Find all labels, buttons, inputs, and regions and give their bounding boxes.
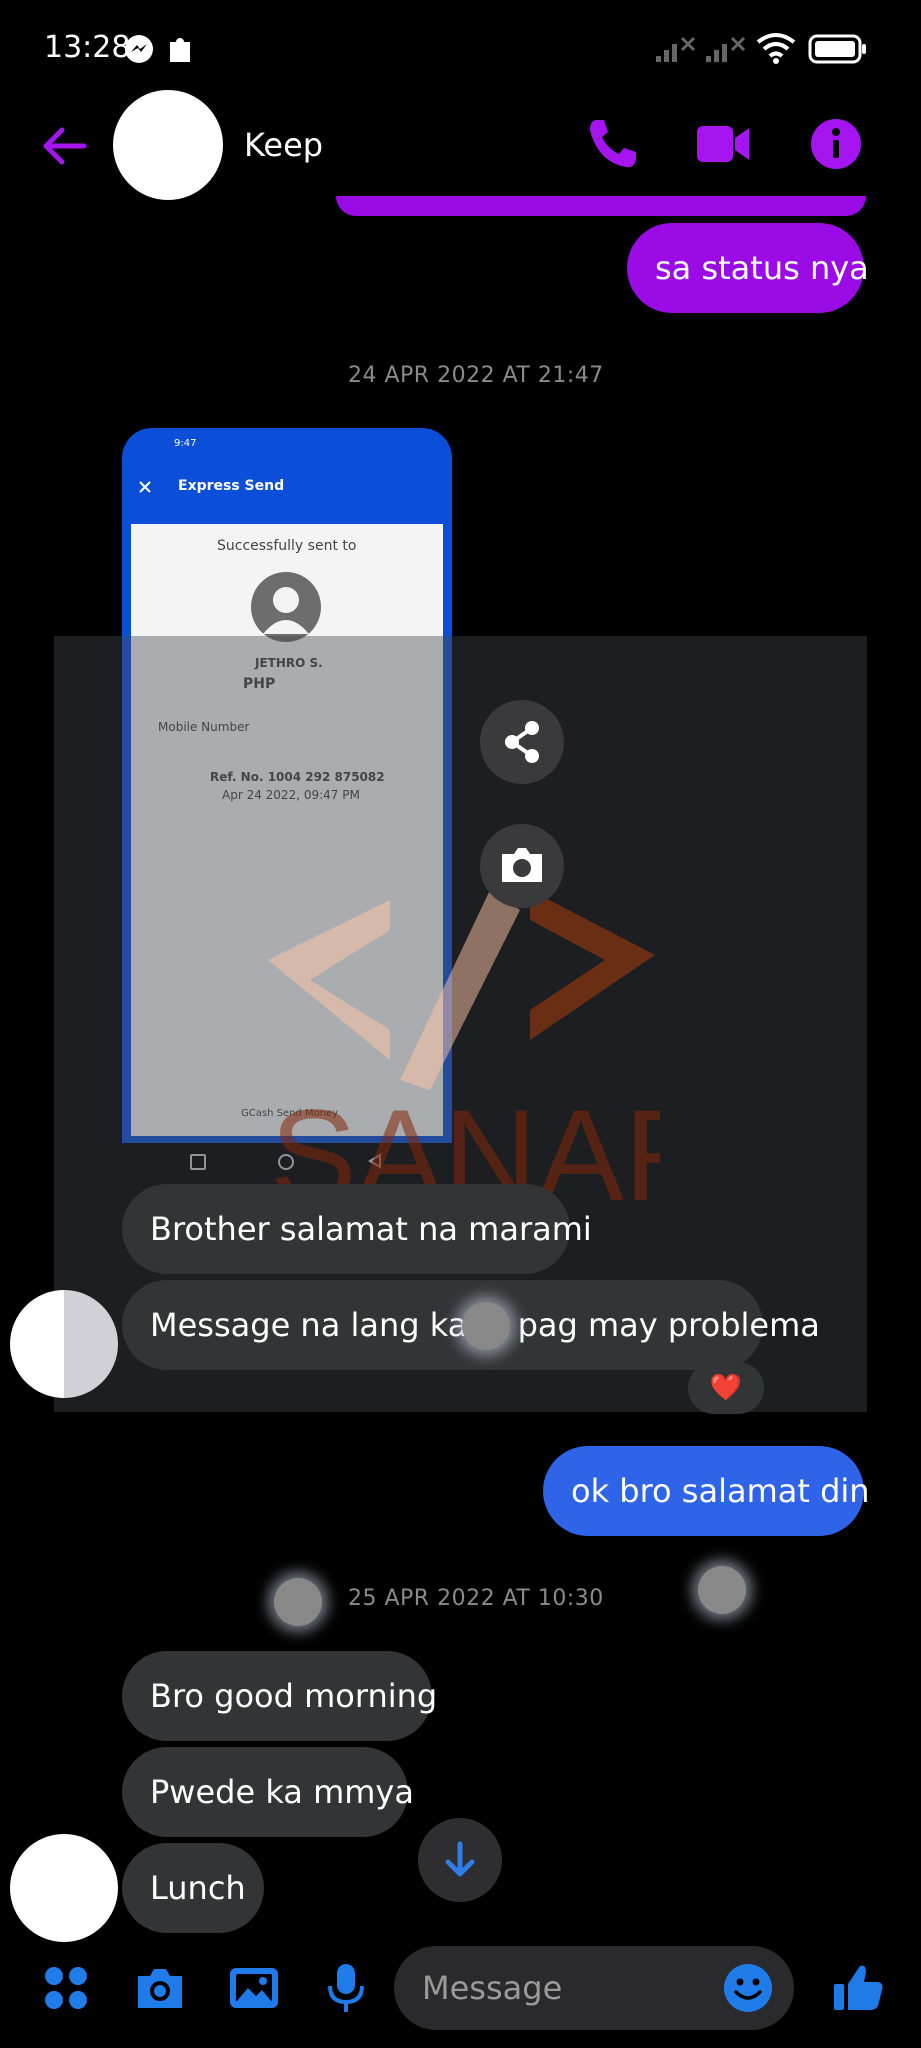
message-incoming[interactable]: Message na lang kami pag may problema <box>122 1280 820 1370</box>
message-incoming[interactable]: Pwede ka mmya <box>122 1747 414 1837</box>
back-arrow-icon[interactable] <box>38 120 90 172</box>
scroll-down-icon <box>445 1841 475 1877</box>
timestamp: 25 APR 2022 AT 10:30 <box>348 1586 604 1611</box>
touch-indicator <box>698 1566 746 1614</box>
gallery-icon[interactable] <box>226 1960 282 2016</box>
message-outgoing[interactable]: ok bro salamat din <box>543 1446 870 1536</box>
touch-indicator <box>462 1302 510 1350</box>
message-placeholder: Message <box>422 1969 563 2007</box>
contact-name[interactable]: Keep <box>244 126 323 164</box>
touch-indicator <box>274 1578 322 1626</box>
share-icon <box>505 721 539 763</box>
recipient-avatar-icon <box>251 572 321 642</box>
message-incoming[interactable]: Lunch <box>122 1843 264 1933</box>
emoji-icon[interactable] <box>720 1960 776 2016</box>
sender-avatar[interactable] <box>10 1290 118 1398</box>
shot-title: Express Send <box>178 478 285 494</box>
message-incoming[interactable]: Bro good morning <box>122 1651 437 1741</box>
microphone-icon[interactable] <box>318 1960 374 2016</box>
phone-icon[interactable] <box>582 114 642 174</box>
receipt-sent-to: Successfully sent to <box>217 538 357 554</box>
extension-icon <box>170 38 190 62</box>
share-button[interactable] <box>480 700 564 784</box>
battery-icon <box>808 34 866 64</box>
message-incoming[interactable]: Brother salamat na marami <box>122 1184 592 1274</box>
camera-button[interactable] <box>480 824 564 908</box>
reaction-badge[interactable]: ❤️ <box>688 1362 764 1414</box>
previous-message-edge <box>336 196 866 216</box>
wifi-icon <box>756 33 796 64</box>
apps-icon[interactable] <box>38 1960 94 2016</box>
message-input[interactable]: Message <box>394 1946 794 2030</box>
camera-icon[interactable] <box>132 1960 188 2016</box>
timestamp: 24 APR 2022 AT 21:47 <box>348 363 604 388</box>
sender-avatar[interactable] <box>10 1834 118 1942</box>
message-outgoing[interactable]: sa status nya <box>627 223 869 313</box>
thumbs-up-icon[interactable] <box>830 1960 886 2016</box>
video-icon[interactable] <box>693 114 753 174</box>
close-icon <box>139 481 151 493</box>
signal-icon <box>656 36 696 62</box>
messenger-icon <box>125 35 153 63</box>
info-icon[interactable] <box>806 114 866 174</box>
contact-avatar[interactable] <box>113 90 223 200</box>
shot-time: 9:47 <box>174 438 197 449</box>
signal-icon-2 <box>706 36 746 62</box>
scroll-down-button[interactable] <box>418 1818 502 1902</box>
status-time: 13:28 <box>44 30 131 65</box>
watermark-logo: SANARA <box>268 890 660 1210</box>
camera-icon <box>502 848 542 882</box>
